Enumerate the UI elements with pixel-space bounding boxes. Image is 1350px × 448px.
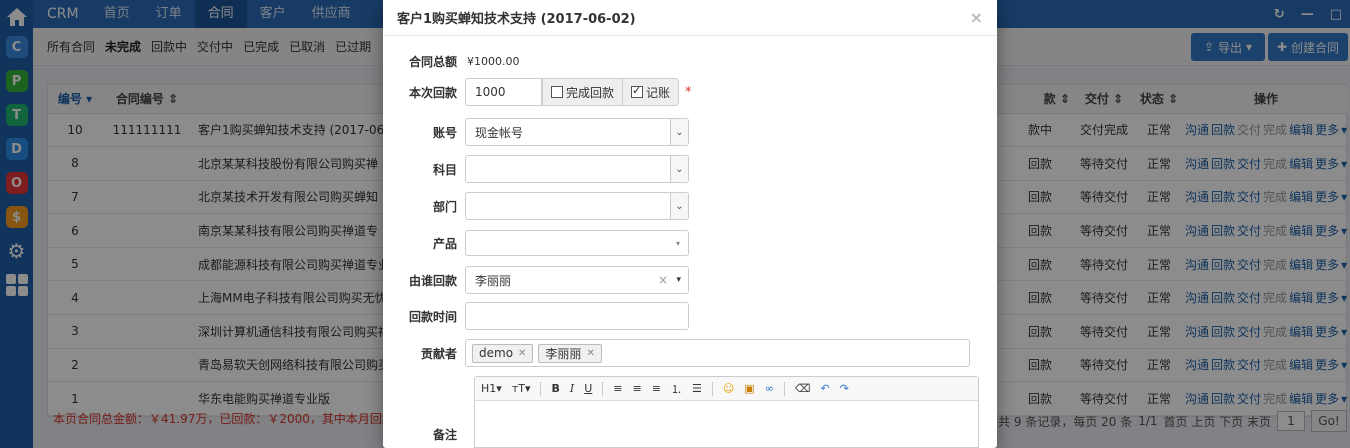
row-dept: 部门 ⌄ bbox=[383, 192, 997, 220]
remove-icon: ✕ bbox=[518, 347, 527, 359]
payment-time-input[interactable] bbox=[465, 302, 689, 330]
emoji-icon[interactable]: ☺ bbox=[723, 382, 734, 395]
italic-button[interactable]: I bbox=[570, 382, 574, 395]
row-account: 账号 现金帐号 ⌄ bbox=[383, 118, 997, 146]
finish-payment-checkbox[interactable]: 完成回款 bbox=[542, 78, 624, 106]
chevron-down-icon: ⌄ bbox=[670, 119, 688, 145]
font-size-button[interactable]: тT▾ bbox=[512, 382, 531, 395]
editor-toolbar: H1▾ тT▾ B I U ≡ ≡ ≡ ⒈ ☰ ☺ ▣ ∞ ⌫ ↶ ↷ bbox=[475, 377, 978, 401]
checkbox-checked-icon bbox=[631, 84, 644, 98]
required-mark: * bbox=[685, 84, 692, 100]
caret-down-icon: ▾ bbox=[675, 239, 680, 248]
align-center-icon[interactable]: ≡ bbox=[633, 382, 642, 395]
product-select[interactable]: ▾ bbox=[465, 230, 689, 256]
row-total: 合同总额 ¥1000.00 bbox=[408, 54, 520, 69]
row-subject: 科目 ⌄ bbox=[383, 155, 997, 183]
unordered-list-icon[interactable]: ☰ bbox=[692, 382, 702, 395]
modal-title: 客户1购买蝉知技术支持 (2017-06-02) bbox=[397, 12, 636, 27]
undo-icon[interactable]: ↶ bbox=[820, 382, 829, 395]
dept-select[interactable]: ⌄ bbox=[465, 192, 689, 220]
eraser-icon[interactable]: ⌫ bbox=[795, 382, 811, 395]
payer-select[interactable]: 李丽丽 × ▾ bbox=[465, 266, 689, 294]
underline-button[interactable]: U bbox=[584, 382, 592, 395]
row-time: 回款时间 bbox=[383, 302, 997, 330]
modal-header: 客户1购买蝉知技术支持 (2017-06-02) × bbox=[383, 0, 997, 36]
link-icon[interactable]: ∞ bbox=[765, 382, 774, 395]
caret-down-icon: ▾ bbox=[676, 275, 681, 285]
clear-icon[interactable]: × bbox=[658, 273, 668, 287]
contributor-select[interactable]: demo ✕ 李丽丽 ✕ bbox=[465, 339, 970, 367]
subject-select[interactable]: ⌄ bbox=[465, 155, 689, 183]
row-amount: 本次回款 1000 完成回款 记账 * bbox=[383, 78, 997, 106]
align-right-icon[interactable]: ≡ bbox=[652, 382, 661, 395]
remove-icon: ✕ bbox=[586, 347, 595, 359]
chevron-down-icon: ⌄ bbox=[670, 156, 688, 182]
align-left-icon[interactable]: ≡ bbox=[613, 382, 622, 395]
chevron-down-icon: ⌄ bbox=[670, 193, 688, 219]
amount-input[interactable]: 1000 bbox=[465, 78, 542, 106]
redo-icon[interactable]: ↷ bbox=[840, 382, 849, 395]
image-icon[interactable]: ▣ bbox=[744, 382, 754, 395]
row-payer: 由谁回款 李丽丽 × ▾ bbox=[383, 266, 997, 294]
close-icon[interactable]: × bbox=[970, 8, 983, 27]
contributor-tag[interactable]: demo ✕ bbox=[472, 343, 534, 363]
contributor-tag[interactable]: 李丽丽 ✕ bbox=[538, 343, 602, 363]
note-editor[interactable]: H1▾ тT▾ B I U ≡ ≡ ≡ ⒈ ☰ ☺ ▣ ∞ ⌫ ↶ ↷ bbox=[474, 376, 979, 448]
row-product: 产品 ▾ bbox=[383, 230, 997, 256]
total-value: ¥1000.00 bbox=[467, 54, 520, 68]
ordered-list-icon[interactable]: ⒈ bbox=[671, 381, 682, 397]
record-checkbox[interactable]: 记账 bbox=[623, 78, 680, 106]
bold-button[interactable]: B bbox=[551, 382, 559, 395]
checkbox-icon bbox=[551, 86, 563, 98]
row-contributor: 贡献者 demo ✕ 李丽丽 ✕ bbox=[383, 339, 997, 367]
heading-button[interactable]: H1▾ bbox=[481, 382, 502, 395]
account-select[interactable]: 现金帐号 ⌄ bbox=[465, 118, 689, 146]
